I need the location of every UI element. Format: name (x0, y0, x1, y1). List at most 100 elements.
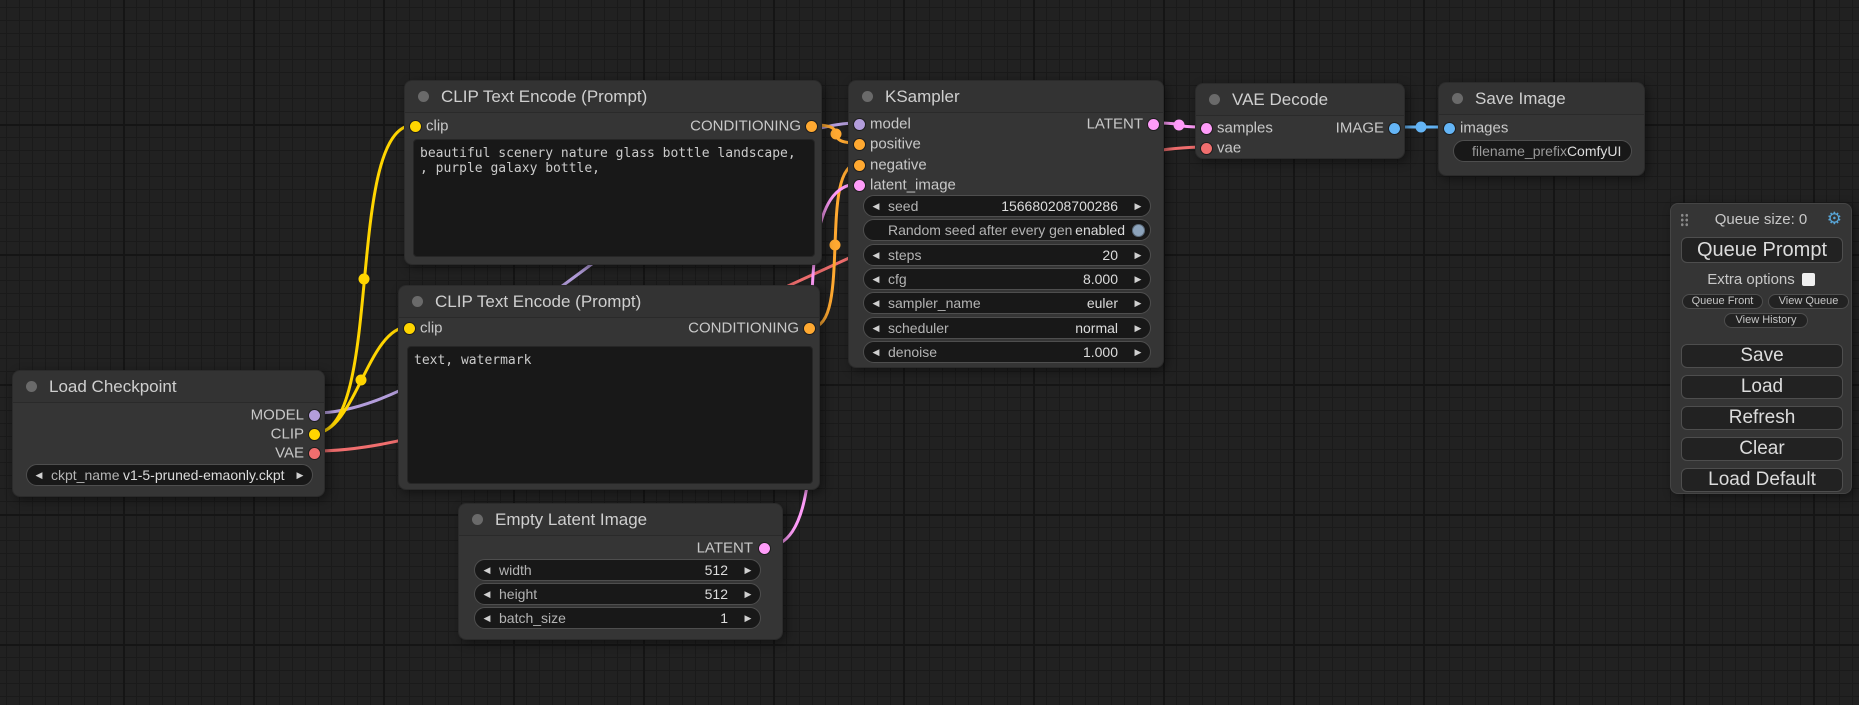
node-load-checkpoint[interactable]: Load Checkpoint MODEL CLIP VAE ◀ ckpt_na… (12, 370, 325, 497)
image-output-port[interactable] (1389, 123, 1400, 134)
vae-output-port[interactable] (309, 448, 320, 459)
decrement-arrow-icon[interactable]: ◀ (864, 250, 888, 261)
increment-arrow-icon[interactable]: ▶ (736, 613, 760, 624)
widget-label: filename_prefix (1472, 143, 1567, 159)
clear-button[interactable]: Clear (1681, 437, 1843, 461)
collapse-dot-icon[interactable] (26, 381, 37, 392)
collapse-dot-icon[interactable] (412, 296, 423, 307)
node-title-bar: KSampler (849, 81, 1163, 113)
node-vae-decode[interactable]: VAE Decode samples IMAGE vae (1195, 83, 1405, 159)
queue-prompt-button[interactable]: Queue Prompt (1681, 237, 1843, 263)
decrement-arrow-icon[interactable]: ◀ (864, 298, 888, 309)
view-history-button[interactable]: View History (1724, 313, 1808, 328)
widget-value: 512 (537, 586, 736, 602)
node-clip-text-encode-positive[interactable]: CLIP Text Encode (Prompt) clip CONDITION… (404, 80, 822, 265)
widget-value: euler (981, 295, 1126, 311)
refresh-button[interactable]: Refresh (1681, 406, 1843, 430)
clip-output-port[interactable] (309, 429, 320, 440)
positive-input-port[interactable] (854, 139, 865, 150)
increment-arrow-icon[interactable]: ▶ (1126, 201, 1150, 212)
images-input-port[interactable] (1444, 123, 1455, 134)
width-widget[interactable]: ◀ width 512 ▶ (474, 559, 761, 581)
conditioning-output-port[interactable] (806, 121, 817, 132)
decrement-arrow-icon[interactable]: ◀ (864, 201, 888, 212)
collapse-dot-icon[interactable] (1452, 93, 1463, 104)
increment-arrow-icon[interactable]: ▶ (1126, 347, 1150, 358)
node-empty-latent-image[interactable]: Empty Latent Image LATENT ◀ width 512 ▶ … (458, 503, 783, 640)
decrement-arrow-icon[interactable]: ◀ (864, 347, 888, 358)
port-row: latent_image (849, 175, 1163, 195)
collapse-dot-icon[interactable] (1209, 94, 1220, 105)
widget-value: 512 (532, 562, 736, 578)
link-dot (831, 129, 842, 140)
widget-value: v1-5-pruned-emaonly.ckpt (119, 467, 288, 483)
widget-label: denoise (888, 344, 937, 360)
collapse-dot-icon[interactable] (418, 91, 429, 102)
prompt-textarea[interactable]: beautiful scenery nature glass bottle la… (413, 139, 815, 257)
increment-arrow-icon[interactable]: ▶ (1126, 298, 1150, 309)
negative-input-port[interactable] (854, 160, 865, 171)
output-row: MODEL (13, 405, 324, 425)
node-clip-text-encode-negative[interactable]: CLIP Text Encode (Prompt) clip CONDITION… (398, 285, 820, 490)
queue-front-button[interactable]: Queue Front (1682, 294, 1763, 309)
increment-arrow-icon[interactable]: ▶ (736, 589, 760, 600)
node-save-image[interactable]: Save Image images filename_prefix ComfyU… (1438, 82, 1645, 176)
gear-icon[interactable]: ⚙ (1827, 208, 1842, 230)
decrement-arrow-icon[interactable]: ◀ (27, 470, 51, 481)
increment-arrow-icon[interactable]: ▶ (736, 565, 760, 576)
increment-arrow-icon[interactable]: ▶ (1126, 323, 1150, 334)
filename-prefix-widget[interactable]: filename_prefix ComfyUI (1453, 140, 1632, 162)
decrement-arrow-icon[interactable]: ◀ (475, 589, 499, 600)
queue-size-label: Queue size: 0 (1671, 211, 1851, 228)
ckpt-name-widget[interactable]: ◀ ckpt_name v1-5-pruned-emaonly.ckpt ▶ (26, 464, 313, 486)
port-row: model LATENT (849, 114, 1163, 134)
toggle-knob[interactable] (1132, 224, 1145, 237)
collapse-dot-icon[interactable] (862, 91, 873, 102)
collapse-dot-icon[interactable] (472, 514, 483, 525)
prompt-textarea[interactable]: text, watermark (407, 346, 813, 484)
clip-input-port[interactable] (410, 121, 421, 132)
decrement-arrow-icon[interactable]: ◀ (864, 274, 888, 285)
seed-widget[interactable]: ◀ seed 156680208700286 ▶ (863, 195, 1151, 217)
increment-arrow-icon[interactable]: ▶ (288, 470, 312, 481)
decrement-arrow-icon[interactable]: ◀ (864, 323, 888, 334)
view-queue-button[interactable]: View Queue (1768, 294, 1849, 309)
conditioning-output-port[interactable] (804, 323, 815, 334)
node-ksampler[interactable]: KSampler model LATENT positive negative … (848, 80, 1164, 368)
decrement-arrow-icon[interactable]: ◀ (475, 613, 499, 624)
output-label: CONDITIONING (688, 320, 799, 337)
model-input-port[interactable] (854, 119, 865, 130)
model-output-port[interactable] (309, 410, 320, 421)
widget-label: batch_size (499, 610, 566, 626)
extra-options-checkbox[interactable] (1802, 273, 1815, 286)
node-graph-canvas[interactable]: Load Checkpoint MODEL CLIP VAE ◀ ckpt_na… (0, 0, 1859, 705)
cfg-widget[interactable]: ◀ cfg 8.000 ▶ (863, 268, 1151, 290)
samples-input-port[interactable] (1201, 123, 1212, 134)
node-title: KSampler (885, 87, 960, 106)
clip-input-port[interactable] (404, 323, 415, 334)
widget-label: width (499, 562, 532, 578)
node-title-bar: Load Checkpoint (13, 371, 324, 403)
vae-input-port[interactable] (1201, 143, 1212, 154)
latent-output-port[interactable] (1148, 119, 1159, 130)
sampler-name-widget[interactable]: ◀ sampler_name euler ▶ (863, 292, 1151, 314)
latent-output-port[interactable] (759, 543, 770, 554)
save-button[interactable]: Save (1681, 344, 1843, 368)
load-button[interactable]: Load (1681, 375, 1843, 399)
scheduler-widget[interactable]: ◀ scheduler normal ▶ (863, 317, 1151, 339)
height-widget[interactable]: ◀ height 512 ▶ (474, 583, 761, 605)
link-dot (1174, 120, 1185, 131)
latent-image-input-port[interactable] (854, 180, 865, 191)
port-row: positive (849, 134, 1163, 154)
widget-label: sampler_name (888, 295, 981, 311)
load-default-button[interactable]: Load Default (1681, 468, 1843, 492)
increment-arrow-icon[interactable]: ▶ (1126, 274, 1150, 285)
widget-label: height (499, 586, 537, 602)
random-seed-toggle-widget[interactable]: Random seed after every gen enabled (863, 219, 1151, 241)
steps-widget[interactable]: ◀ steps 20 ▶ (863, 244, 1151, 266)
denoise-widget[interactable]: ◀ denoise 1.000 ▶ (863, 341, 1151, 363)
decrement-arrow-icon[interactable]: ◀ (475, 565, 499, 576)
batch-size-widget[interactable]: ◀ batch_size 1 ▶ (474, 607, 761, 629)
input-label: latent_image (870, 177, 956, 194)
increment-arrow-icon[interactable]: ▶ (1126, 250, 1150, 261)
